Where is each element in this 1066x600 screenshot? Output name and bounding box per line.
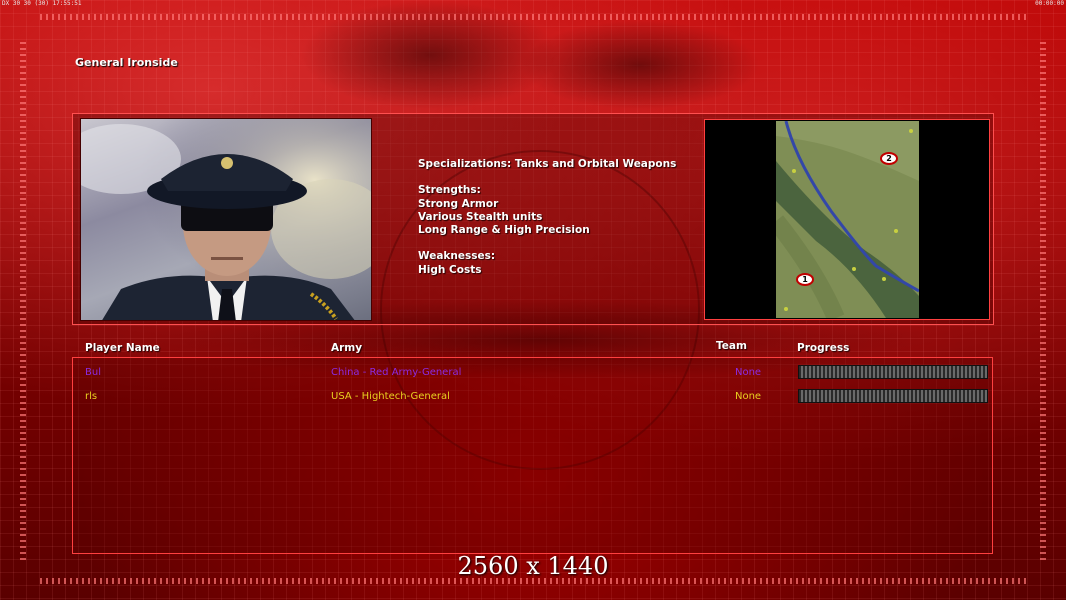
loading-progress-bar — [798, 389, 988, 403]
minimap — [776, 121, 919, 318]
strengths-header: Strengths: — [418, 184, 481, 197]
strength-item: Strong Armor — [418, 197, 499, 210]
specializations-text: Specializations: Tanks and Orbital Weapo… — [418, 158, 677, 170]
start-position-2[interactable]: 2 — [880, 152, 898, 165]
weakness-item: High Costs — [418, 263, 482, 276]
player-team: None — [735, 391, 762, 402]
strength-item: Long Range & High Precision — [418, 224, 590, 237]
resolution-overlay: 2560 x 1440 — [457, 552, 609, 580]
column-header-player: Player Name — [85, 342, 160, 354]
cloud-shadow — [520, 20, 760, 110]
minimap-terrain — [776, 121, 919, 318]
general-portrait-image — [81, 119, 371, 320]
start-position-1[interactable]: 1 — [796, 273, 814, 286]
player-army: USA - Hightech-General — [331, 391, 450, 402]
general-portrait — [80, 118, 372, 321]
column-header-team: Team — [716, 340, 747, 352]
frame-ticks-left — [20, 40, 26, 560]
status-counter: DX 30 30 (30) 17:55:51 — [2, 0, 82, 7]
player-army: China - Red Army-General — [331, 367, 462, 378]
column-header-army: Army — [331, 342, 363, 354]
column-header-progress: Progress — [797, 342, 850, 354]
frame-ticks-top — [40, 14, 1030, 20]
weaknesses-header: Weaknesses: — [418, 250, 496, 263]
frame-ticks-right — [1040, 40, 1046, 560]
player-team: None — [735, 367, 762, 378]
players-table — [72, 357, 993, 554]
loading-progress-bar — [798, 365, 988, 379]
status-clock: 00:00:00 — [1035, 0, 1064, 7]
player-name: Bul — [85, 367, 101, 378]
general-title: General Ironside — [75, 56, 178, 69]
general-description: Specializations: Tanks and Orbital Weapo… — [418, 158, 698, 277]
player-name: rls — [85, 391, 98, 402]
strength-item: Various Stealth units — [418, 210, 543, 223]
